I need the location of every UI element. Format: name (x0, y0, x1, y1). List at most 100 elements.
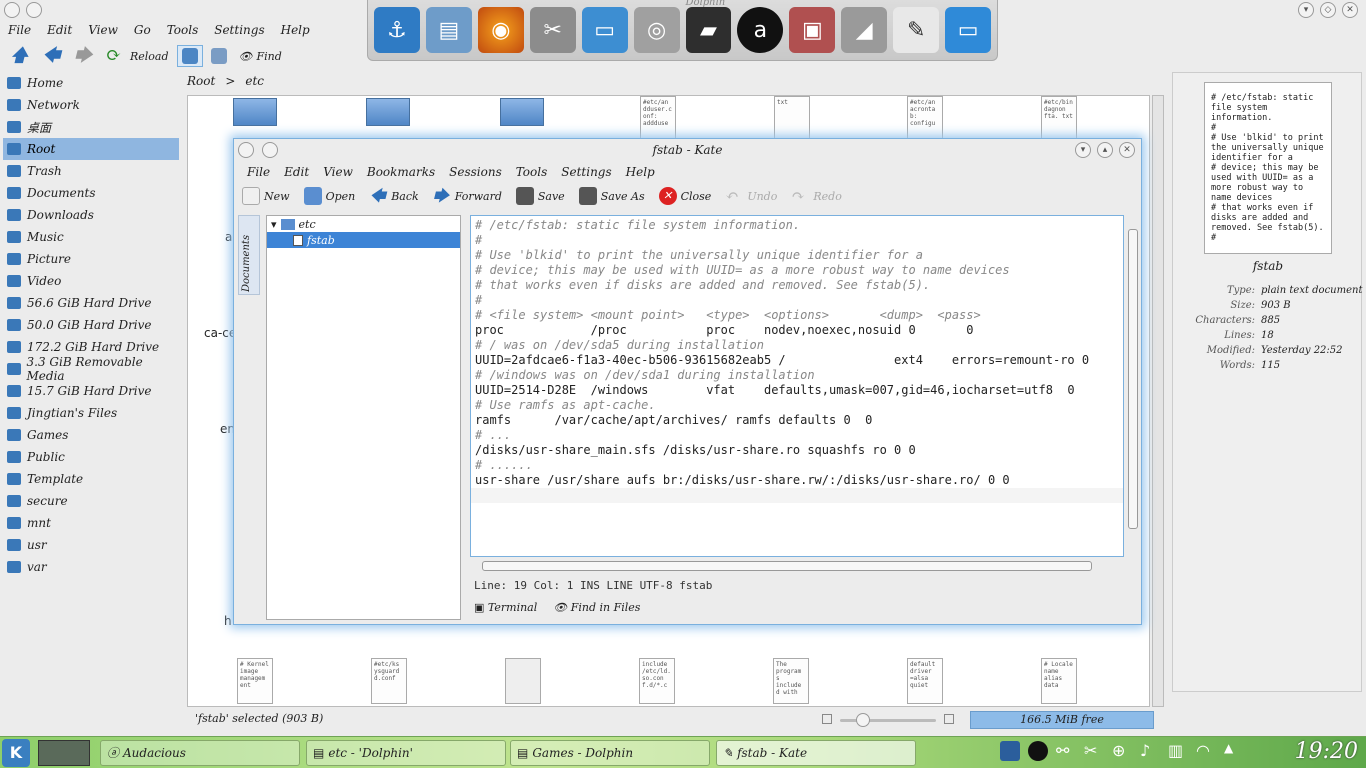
task-dolphin-games[interactable]: ▤ Games - Dolphin (510, 740, 710, 766)
place-item[interactable]: Root (3, 138, 179, 160)
file-item[interactable]: #etc/ks ysguard d.conf (371, 658, 407, 704)
file-item[interactable]: # Locale name alias data (1041, 658, 1077, 704)
pin-icon[interactable] (26, 2, 42, 18)
file-item-image[interactable] (505, 658, 541, 704)
place-item[interactable]: Template (3, 468, 179, 490)
backup-icon[interactable]: ▣ (789, 7, 836, 53)
display-icon[interactable] (1000, 741, 1020, 761)
task-kate[interactable]: ✎ fstab - Kate (716, 740, 916, 766)
menu-help[interactable]: Help (273, 20, 318, 40)
documents-side-tab[interactable]: Documents (238, 215, 260, 295)
file-item[interactable]: include /etc/ld. so.con f.d/*.c (639, 658, 675, 704)
new-button[interactable]: New (238, 185, 294, 207)
place-item[interactable]: Documents (3, 182, 179, 204)
task-dolphin-etc[interactable]: ▤ etc - 'Dolphin' (306, 740, 506, 766)
icons-view-button[interactable] (176, 45, 203, 67)
zoom-slider-handle[interactable] (856, 713, 870, 727)
open-button[interactable]: Open (300, 185, 360, 207)
place-item[interactable]: Jingtian's Files (3, 402, 179, 424)
place-item[interactable]: Public (3, 446, 179, 468)
place-item[interactable]: Trash (3, 160, 179, 182)
find-in-files-tab[interactable]: 👁 Find in Files (553, 601, 640, 614)
tree-file-fstab[interactable]: fstab (267, 232, 460, 248)
menu-tools[interactable]: Tools (159, 20, 207, 40)
place-item[interactable]: usr (3, 534, 179, 556)
kate-menu-bookmarks[interactable]: Bookmarks (360, 163, 442, 181)
desktop-icon[interactable]: ▭ (945, 7, 992, 53)
breadcrumb-etc[interactable]: etc (245, 74, 264, 92)
network-icon[interactable]: ⊕ (1112, 741, 1132, 761)
place-item[interactable]: Downloads (3, 204, 179, 226)
file-item[interactable]: txt (774, 96, 810, 142)
kate-close-button[interactable]: ✕ (1119, 142, 1135, 158)
place-item[interactable]: secure (3, 490, 179, 512)
save-as-button[interactable]: Save As (575, 185, 649, 207)
terminal-tab[interactable]: ▣ Terminal (474, 601, 537, 614)
scissors-icon[interactable]: ✂ (1084, 741, 1104, 761)
file-item[interactable]: The program s include d with (773, 658, 809, 704)
zoom-out-icon[interactable] (822, 714, 832, 724)
place-item[interactable]: Picture (3, 248, 179, 270)
kate-pin-icon[interactable] (262, 142, 278, 158)
audacious-tray-icon[interactable] (1028, 741, 1048, 761)
place-item[interactable]: 56.6 GiB Hard Drive (3, 292, 179, 314)
zoom-slider[interactable] (840, 719, 936, 722)
folder-item[interactable] (233, 98, 277, 126)
up-button[interactable]: 🡅 (6, 44, 34, 68)
forward-button[interactable]: 🡆 (70, 44, 98, 68)
back-button[interactable]: 🡄 Back (365, 185, 422, 207)
kate-menu-view[interactable]: View (316, 163, 360, 181)
audacious-icon[interactable]: a (737, 7, 784, 53)
editor-horizontal-scrollbar[interactable] (470, 559, 1124, 573)
kate-minimize-button[interactable]: ▾ (1075, 142, 1091, 158)
kate-menu-file[interactable]: File (240, 163, 277, 181)
menu-view[interactable]: View (80, 20, 126, 40)
kate-menu-help[interactable]: Help (619, 163, 662, 181)
place-item[interactable]: Games (3, 424, 179, 446)
kate-menu-edit[interactable]: Edit (277, 163, 316, 181)
pager[interactable] (38, 740, 90, 766)
tools-icon[interactable]: ✂ (529, 7, 576, 53)
file-item[interactable]: default driver =alsa quiet (907, 658, 943, 704)
file-item[interactable]: # Kernel image managem ent (237, 658, 273, 704)
menu-settings[interactable]: Settings (206, 20, 272, 40)
reload-button[interactable]: ⟳ Reload (102, 44, 173, 68)
menu-go[interactable]: Go (126, 20, 159, 40)
usb-icon[interactable]: ⚯ (1056, 741, 1076, 761)
place-item[interactable]: Video (3, 270, 179, 292)
place-item[interactable]: var (3, 556, 179, 578)
network-icon[interactable]: ◎ (633, 7, 680, 53)
editor-vertical-scrollbar[interactable] (1127, 215, 1141, 557)
place-item[interactable]: Network (3, 94, 179, 116)
zoom-in-icon[interactable] (944, 714, 954, 724)
folder-item[interactable] (500, 98, 544, 126)
text-editor[interactable]: # /etc/fstab: static file system informa… (470, 215, 1124, 557)
scroll-thumb[interactable] (1128, 229, 1138, 529)
kde-menu-button[interactable]: K (2, 739, 30, 767)
system-monitor-icon[interactable]: Dolphin ▰ (685, 0, 732, 53)
text-editor-icon[interactable]: ✎ (893, 7, 940, 53)
tray-expand-icon[interactable]: ▲ (1224, 741, 1244, 761)
close-button[interactable]: ✕ (1342, 2, 1358, 18)
terminal-icon[interactable]: ▭ (581, 7, 628, 53)
file-item[interactable]: #etc/bin dagnon fta. txt (1041, 96, 1077, 142)
save-button[interactable]: Save (512, 185, 569, 207)
task-audacious[interactable]: ⓐ Audacious (100, 740, 300, 766)
kate-menu-sessions[interactable]: Sessions (442, 163, 509, 181)
undo-button[interactable]: ↶ Undo (721, 185, 781, 207)
menu-file[interactable]: File (0, 20, 39, 40)
forward-button[interactable]: 🡆 Forward (429, 185, 506, 207)
window-menu-icon[interactable] (4, 2, 20, 18)
file-manager-icon[interactable]: ▤ (425, 7, 472, 53)
scroll-thumb[interactable] (482, 561, 1092, 571)
details-view-button[interactable] (207, 46, 231, 66)
folder-item[interactable] (366, 98, 410, 126)
kate-menu-tools[interactable]: Tools (509, 163, 555, 181)
maximize-button[interactable]: ◇ (1320, 2, 1336, 18)
place-item[interactable]: mnt (3, 512, 179, 534)
clock[interactable]: 19:20 (1295, 739, 1358, 764)
place-item[interactable]: Music (3, 226, 179, 248)
kate-app-icon[interactable] (238, 142, 254, 158)
breadcrumb-root[interactable]: Root (187, 74, 215, 92)
minimize-button[interactable]: ▾ (1298, 2, 1314, 18)
